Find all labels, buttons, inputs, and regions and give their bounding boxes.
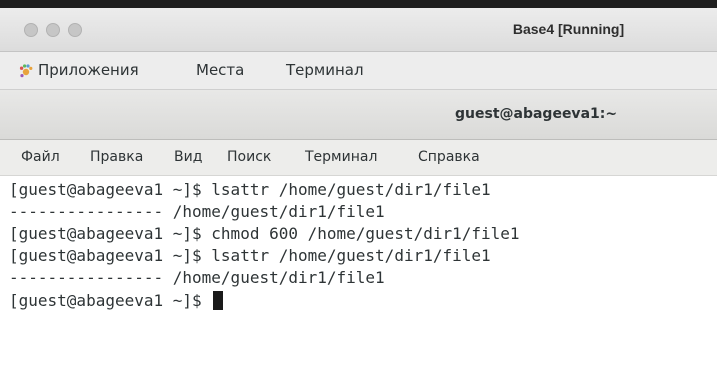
terminal-menubar: Файл Правка Вид Поиск Терминал Справка [0, 140, 717, 176]
menu-help[interactable]: Справка [418, 149, 480, 165]
screen: Base4 [Running] Приложения Места Термина… [0, 0, 717, 372]
menu-view[interactable]: Вид [174, 149, 202, 165]
terminal-line: [guest@abageeva1 ~]$ lsattr /home/guest/… [9, 246, 491, 265]
terminal-output-area[interactable]: [guest@abageeva1 ~]$ lsattr /home/guest/… [0, 176, 717, 372]
text-cursor [213, 291, 224, 310]
menu-search[interactable]: Поиск [227, 149, 271, 165]
gnome-foot-icon[interactable] [18, 63, 34, 79]
menu-edit[interactable]: Правка [90, 149, 143, 165]
terminal-line: ---------------- /home/guest/dir1/file1 [9, 268, 385, 287]
applications-menu[interactable]: Приложения [38, 61, 139, 79]
terminal-line: [guest@abageeva1 ~]$ chmod 600 /home/gue… [9, 224, 520, 243]
terminal-prompt-line[interactable]: [guest@abageeva1 ~]$ [9, 291, 224, 311]
vm-window-titlebar[interactable]: Base4 [Running] [0, 8, 717, 52]
terminal-line: ---------------- /home/guest/dir1/file1 [9, 202, 385, 221]
terminal-line: [guest@abageeva1 ~]$ lsattr /home/guest/… [9, 180, 491, 199]
menu-terminal[interactable]: Терминал [305, 149, 377, 165]
terminal-window-title: guest@abageeva1:~ [455, 106, 618, 122]
places-menu[interactable]: Места [196, 61, 244, 79]
menu-file[interactable]: Файл [21, 149, 60, 165]
host-desktop-strip [0, 0, 717, 8]
terminal-taskbar-item[interactable]: Терминал [286, 61, 364, 79]
terminal-prompt: [guest@abageeva1 ~]$ [9, 291, 212, 310]
vm-window-title: Base4 [Running] [512, 21, 625, 37]
gnome-top-panel: Приложения Места Терминал [0, 52, 717, 90]
terminal-window-header[interactable]: guest@abageeva1:~ [0, 90, 717, 140]
